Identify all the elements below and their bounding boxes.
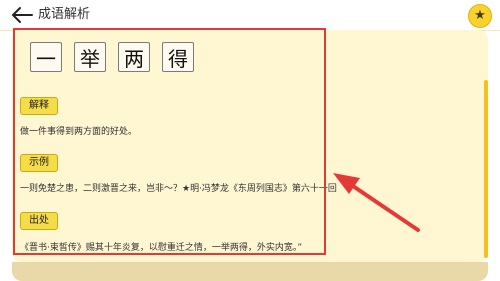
back-arrow-icon[interactable] — [10, 6, 34, 24]
scrollbar[interactable] — [484, 80, 488, 258]
app-bar: 成语解析 ★ — [0, 0, 500, 31]
favorite-star-icon[interactable]: ★ — [468, 4, 492, 28]
page-title: 成语解析 — [38, 7, 91, 22]
annotation-box — [13, 28, 326, 255]
card-bottom-strip — [12, 262, 488, 281]
